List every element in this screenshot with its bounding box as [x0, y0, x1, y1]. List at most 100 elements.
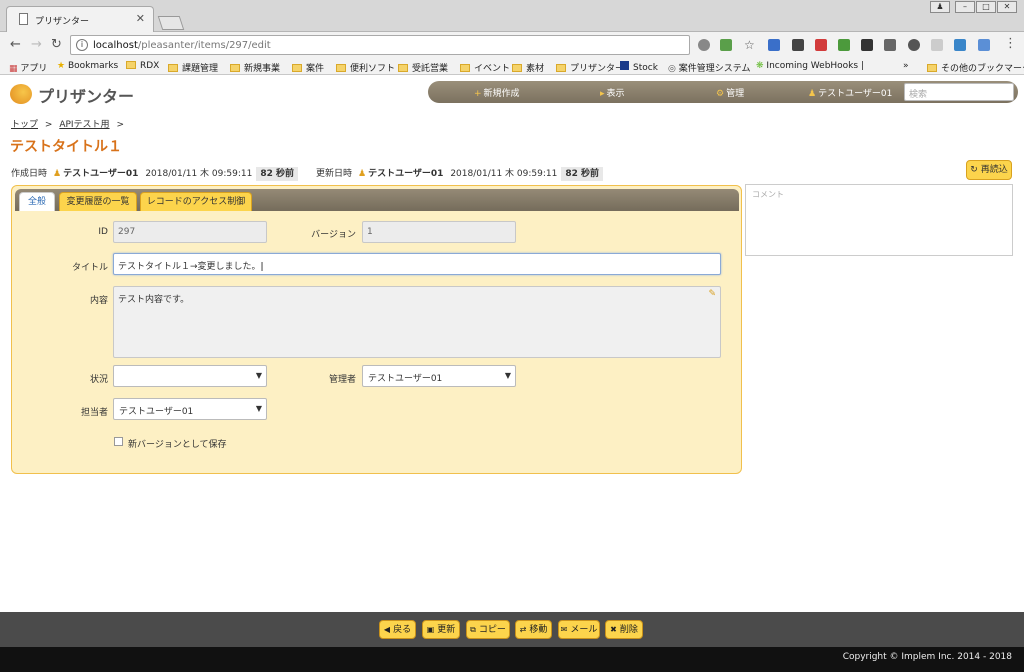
reload-button[interactable]: ↻ 再読込	[966, 160, 1012, 180]
bookmark-item[interactable]: 課題管理	[168, 61, 218, 74]
owner-select[interactable]: テストユーザー01 ▼	[113, 398, 267, 420]
bookmark-item[interactable]: ❋ Incoming WebHooks |	[756, 61, 864, 71]
nav-admin[interactable]: ⚙ 管理	[716, 86, 744, 99]
body-textarea[interactable]: テスト内容です。 ✎	[113, 286, 721, 358]
forward-arrow-icon[interactable]: →	[31, 37, 42, 52]
search-input[interactable]: 検索	[904, 83, 1014, 101]
comment-input[interactable]: コメント	[745, 184, 1013, 256]
delete-button[interactable]: ✖ 削除	[605, 620, 643, 639]
extension-icon[interactable]	[908, 39, 920, 51]
logo-text: プリザンター	[38, 87, 135, 106]
save-icon: ▣	[426, 625, 435, 634]
browser-tab[interactable]: プリザンター ✕	[6, 6, 154, 32]
tab-close-icon[interactable]: ✕	[136, 12, 145, 25]
star-icon[interactable]: ☆	[744, 38, 755, 52]
copy-button[interactable]: ⧉ コピー	[466, 620, 510, 639]
extension-icon[interactable]	[954, 39, 966, 51]
extension-icon[interactable]	[884, 39, 896, 51]
extension-icon[interactable]	[838, 39, 850, 51]
extension-icon[interactable]	[698, 39, 710, 51]
bookmark-item[interactable]: RDX	[126, 61, 159, 71]
back-button[interactable]: ◀ 戻る	[379, 620, 416, 639]
updated-ago-badge: 82 秒前	[561, 167, 604, 181]
copyright-text: Copyright © Implem Inc. 2014 - 2018	[842, 652, 1012, 662]
bookmark-apps[interactable]: ▦ アプリ	[9, 61, 47, 74]
url-text: localhost/pleasanter/items/297/edit	[93, 40, 271, 51]
bookmarks-bar: ▦ アプリ ★ Bookmarks RDX 課題管理 新規事業 案件 便利ソフト…	[0, 58, 1024, 75]
pencil-icon[interactable]: ✎	[708, 289, 716, 299]
extension-icon[interactable]	[815, 39, 827, 51]
extension-icon[interactable]	[720, 39, 732, 51]
extension-icon[interactable]	[931, 39, 943, 51]
folder-icon	[398, 64, 408, 72]
extension-icon[interactable]	[768, 39, 780, 51]
folder-icon	[460, 64, 470, 72]
bookmark-item[interactable]: 素材	[512, 61, 544, 74]
maximize-icon[interactable]: □	[976, 1, 996, 13]
created-ago-badge: 82 秒前	[256, 167, 299, 181]
bookmark-item[interactable]: イベント	[460, 61, 510, 74]
version-label: バージョン	[311, 230, 356, 240]
info-icon[interactable]: i	[76, 39, 88, 51]
bookmark-item[interactable]: ★ Bookmarks	[57, 61, 118, 71]
bookmark-item[interactable]: 受託営業	[398, 61, 448, 74]
breadcrumb-site[interactable]: APIテスト用	[59, 120, 109, 130]
bookmark-item[interactable]: 新規事業	[230, 61, 280, 74]
title-input[interactable]: テストタイトル１→変更しました。|	[113, 253, 721, 275]
nav-new[interactable]: + 新規作成	[474, 86, 520, 99]
folder-icon	[556, 64, 566, 72]
mail-button[interactable]: ✉ メール	[558, 620, 600, 639]
breadcrumb-top[interactable]: トップ	[11, 120, 38, 130]
created-info: 作成日時 ♟ テストユーザー01 2018/01/11 木 09:59:11 82 秒…	[11, 166, 299, 181]
tab-title: プリザンター	[35, 17, 90, 27]
dropdown-arrow-icon: ▼	[504, 371, 511, 380]
new-version-checkbox[interactable]	[114, 437, 123, 446]
extension-icon[interactable]	[861, 39, 873, 51]
bookmarks-overflow[interactable]: »	[903, 61, 909, 71]
bookmark-item[interactable]: プリザンター	[556, 61, 624, 74]
menu-icon[interactable]: ⋮	[1004, 36, 1017, 51]
footer-action-bar: ◀ 戻る ▣ 更新 ⧉ コピー ⇄ 移動 ✉ メール ✖ 削除	[0, 612, 1024, 647]
editor-panel: 全般 変更履歴の一覧 レコードのアクセス制御 ID 297 バージョン 1 タイ…	[11, 185, 742, 474]
minimize-icon[interactable]: –	[955, 1, 975, 13]
slack-icon: ❋	[756, 61, 764, 71]
bookmark-other[interactable]: その他のブックマーク	[927, 61, 1024, 74]
trash-icon: ✖	[610, 625, 617, 634]
mail-icon: ✉	[560, 625, 568, 634]
update-button[interactable]: ▣ 更新	[422, 620, 460, 639]
arrows-icon: ⇄	[519, 625, 527, 634]
nav-view[interactable]: ▸ 表示	[600, 86, 625, 99]
reload-icon[interactable]: ↻	[51, 37, 62, 52]
bookmark-item[interactable]: Stock	[620, 61, 658, 73]
extension-icon[interactable]	[978, 39, 990, 51]
tab-general[interactable]: 全般	[19, 192, 55, 211]
folder-icon	[512, 64, 522, 72]
folder-icon	[126, 61, 136, 69]
bookmark-item[interactable]: ◎ 案件管理システム	[668, 61, 750, 74]
bookmark-item[interactable]: 便利ソフト	[336, 61, 395, 74]
tab-history[interactable]: 変更履歴の一覧	[59, 192, 137, 211]
id-label: ID	[98, 227, 108, 237]
manager-select[interactable]: テストユーザー01 ▼	[362, 365, 516, 387]
address-bar[interactable]: i localhost/pleasanter/items/297/edit	[70, 35, 690, 55]
folder-icon	[927, 64, 937, 72]
editor-tabbar: 全般 変更履歴の一覧 レコードのアクセス制御	[15, 189, 739, 211]
manager-label: 管理者	[328, 375, 356, 385]
title-label: タイトル	[71, 263, 108, 273]
bookmark-item[interactable]: 案件	[292, 61, 324, 74]
tab-access-control[interactable]: レコードのアクセス制御	[140, 192, 252, 211]
gear-icon: ⚙	[716, 89, 725, 99]
close-window-icon[interactable]: ✕	[997, 1, 1017, 13]
folder-icon	[230, 64, 240, 72]
extension-icon[interactable]	[792, 39, 804, 51]
new-tab-button[interactable]	[157, 16, 185, 30]
status-select[interactable]: ▼	[113, 365, 267, 387]
updated-info: 更新日時 ♟ テストユーザー01 2018/01/11 木 09:59:11 82 秒…	[316, 166, 604, 181]
page-title: テストタイトル１	[10, 139, 122, 155]
refresh-icon: ↻	[970, 165, 978, 175]
move-button[interactable]: ⇄ 移動	[515, 620, 552, 639]
nav-user[interactable]: ♟ テストユーザー01	[808, 86, 892, 99]
back-arrow-icon[interactable]: ←	[10, 37, 21, 52]
profile-icon[interactable]: ♟	[930, 1, 950, 13]
dropdown-arrow-icon: ▼	[255, 371, 262, 380]
